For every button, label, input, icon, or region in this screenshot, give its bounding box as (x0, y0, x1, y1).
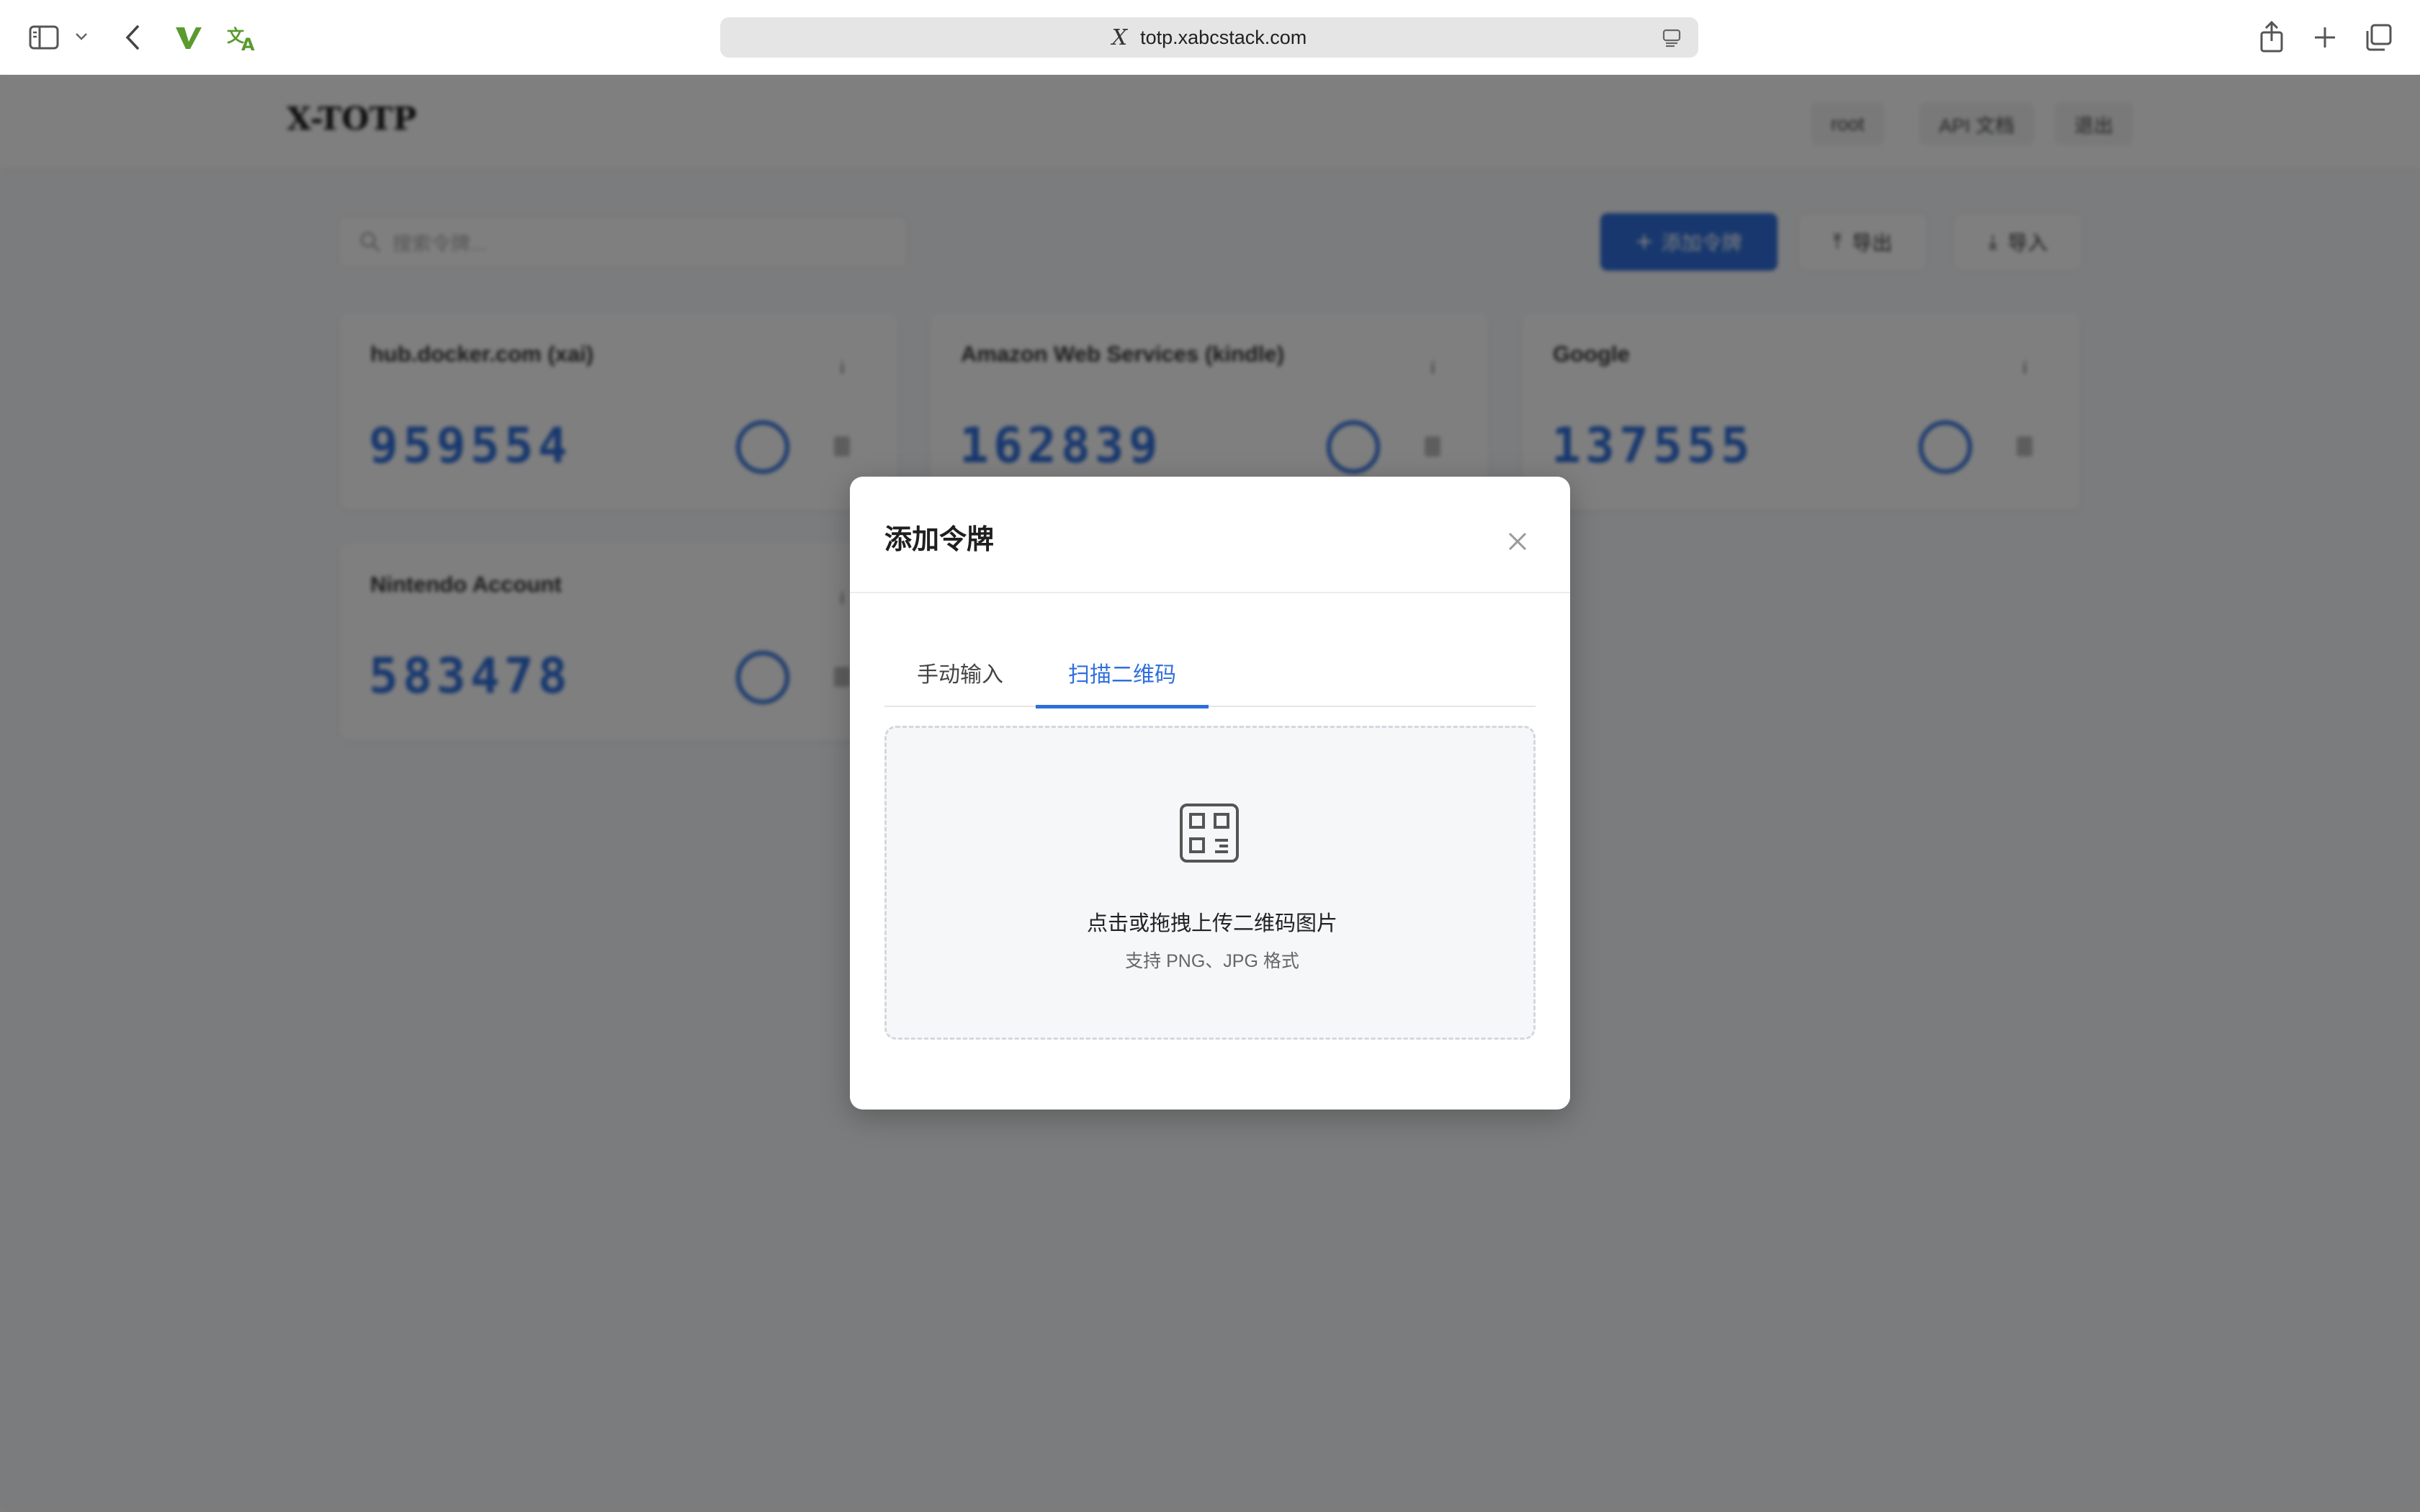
chevron-down-icon[interactable] (72, 27, 91, 46)
svg-text:A: A (241, 35, 255, 52)
site-icon: 𝑋 (1111, 24, 1128, 50)
address-bar[interactable]: 𝑋 totp.xabcstack.com (720, 17, 1698, 58)
qr-upload-dropzone[interactable]: 点击或拖拽上传二维码图片 支持 PNG、JPG 格式 (884, 726, 1536, 1040)
tab-bar: 手动输入 扫描二维码 (884, 638, 1536, 708)
dialog-title: 添加令牌 (884, 525, 995, 555)
qr-code-icon (1179, 803, 1240, 867)
share-icon[interactable] (2256, 19, 2287, 55)
upload-format-hint: 支持 PNG、JPG 格式 (1125, 951, 1299, 971)
tabs-icon[interactable] (2362, 22, 2394, 53)
reader-icon[interactable] (1662, 29, 1681, 48)
tab-manual-entry[interactable]: 手动输入 (884, 638, 1036, 707)
browser-toolbar: 文A 𝑋 totp.xabcstack.com (0, 0, 2420, 75)
upload-instruction: 点击或拖拽上传二维码图片 (1086, 912, 1337, 935)
add-token-dialog: 添加令牌 手动输入 扫描二维码 点击或拖拽上传二维码图片 支持 PNG、JPG … (850, 477, 1570, 1110)
back-chevron-icon[interactable] (120, 22, 145, 53)
tab-scan-qr[interactable]: 扫描二维码 (1036, 638, 1209, 708)
v-extension-icon[interactable] (173, 22, 205, 53)
divider (850, 592, 1570, 593)
sidebar-icon[interactable] (26, 22, 62, 53)
translate-icon[interactable]: 文A (225, 22, 261, 53)
close-icon[interactable] (1494, 518, 1541, 564)
plus-icon[interactable] (2309, 22, 2341, 53)
url-text: totp.xabcstack.com (1140, 26, 1307, 48)
